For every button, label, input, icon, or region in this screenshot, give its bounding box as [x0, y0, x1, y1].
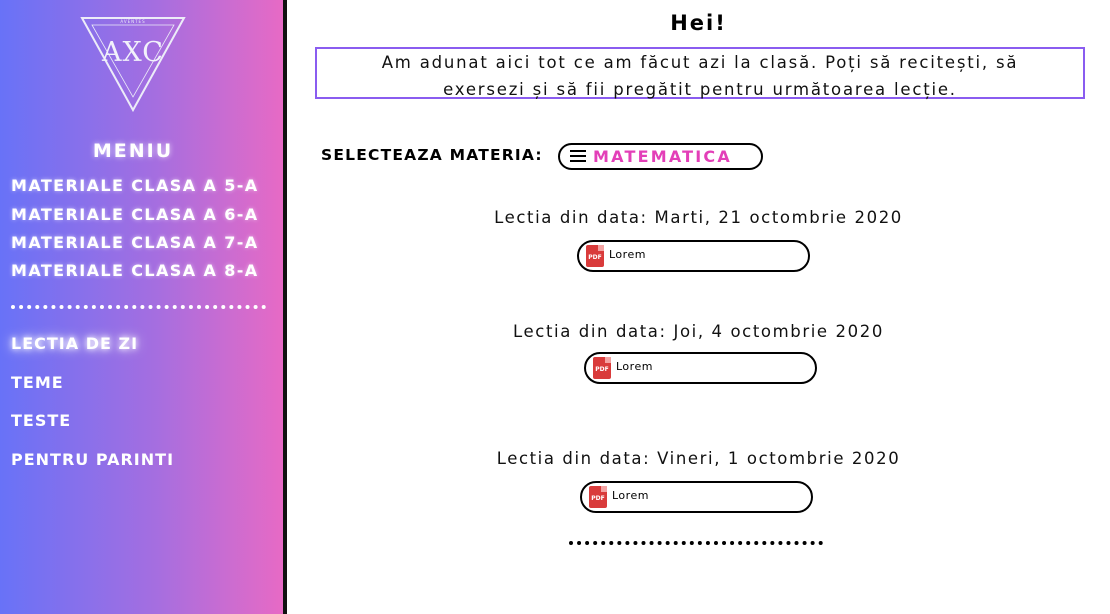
pdf-icon: PDF	[593, 357, 611, 379]
pdf-icon: PDF	[586, 245, 604, 267]
intro-line-2: exersezi și să fii pregătit pentru următ…	[443, 80, 957, 99]
sidebar-item-teste[interactable]: TESTE	[11, 411, 71, 430]
sidebar-item-class-7[interactable]: MATERIALE CLASA A 7-A	[11, 233, 259, 252]
logo[interactable]: AVENTES AXC	[80, 15, 186, 113]
subject-select[interactable]: MATEMATICA	[558, 143, 763, 170]
lesson-file-name: Lorem	[612, 489, 649, 502]
page-title: Hei!	[670, 11, 727, 35]
sidebar-item-lectia-de-zi[interactable]: LECTIA DE ZI	[11, 334, 138, 353]
subject-select-value: MATEMATICA	[593, 147, 732, 166]
lesson-date: Lectia din data: Vineri, 1 octombrie 202…	[496, 449, 901, 468]
content-divider	[569, 541, 823, 545]
lesson-file-button[interactable]: PDF Lorem	[580, 481, 813, 513]
sidebar-item-class-6[interactable]: MATERIALE CLASA A 6-A	[11, 205, 259, 224]
lesson-date: Lectia din data: Joi, 4 octombrie 2020	[513, 322, 884, 341]
menu-icon	[570, 150, 586, 163]
logo-text: AXC	[102, 37, 164, 68]
sidebar-item-pentru-parinti[interactable]: PENTRU PARINTI	[11, 450, 174, 469]
logo-tagline: AVENTES	[120, 19, 146, 24]
lesson-file-button[interactable]: PDF Lorem	[584, 352, 817, 384]
sidebar-item-class-5[interactable]: MATERIALE CLASA A 5-A	[11, 176, 259, 195]
sidebar-divider	[11, 305, 266, 309]
pdf-icon: PDF	[589, 486, 607, 508]
intro-box: Am adunat aici tot ce am făcut azi la cl…	[315, 47, 1085, 99]
lesson-file-button[interactable]: PDF Lorem	[577, 240, 810, 272]
lesson-file-name: Lorem	[609, 248, 646, 261]
sidebar: AVENTES AXC MENIU MATERIALE CLASA A 5-A …	[0, 0, 287, 614]
lesson-file-name: Lorem	[616, 360, 653, 373]
sidebar-item-teme[interactable]: TEME	[11, 373, 64, 392]
menu-title: MENIU	[92, 140, 174, 162]
lesson-date: Lectia din data: Marti, 21 octombrie 202…	[494, 208, 903, 227]
sidebar-item-class-8[interactable]: MATERIALE CLASA A 8-A	[11, 261, 259, 280]
intro-line-1: Am adunat aici tot ce am făcut azi la cl…	[381, 53, 1019, 72]
subject-select-label: SELECTEAZA MATERIA:	[321, 146, 543, 164]
